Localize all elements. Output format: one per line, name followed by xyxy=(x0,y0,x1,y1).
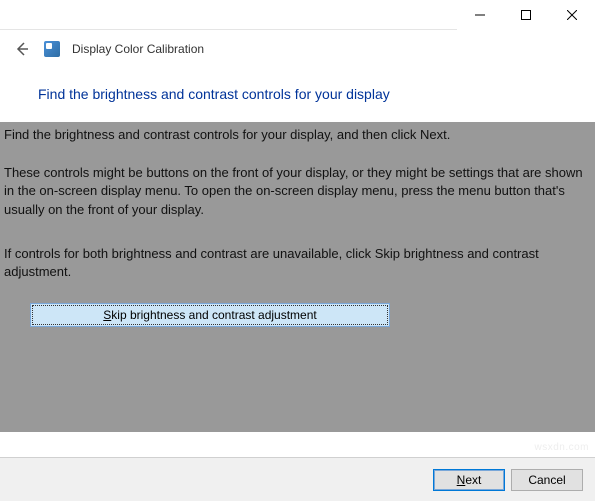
close-icon xyxy=(567,10,577,20)
skip-label-rest: kip brightness and contrast adjustment xyxy=(111,308,316,322)
instruction-para-2: These controls might be buttons on the f… xyxy=(0,164,591,245)
watermark: wsxdn.com xyxy=(534,442,589,453)
page-heading: Find the brightness and contrast control… xyxy=(38,86,557,102)
skip-brightness-contrast-button[interactable]: Skip brightness and contrast adjustment xyxy=(30,303,390,327)
next-label-rest: ext xyxy=(465,473,481,487)
cancel-button[interactable]: Cancel xyxy=(511,469,583,491)
minimize-button[interactable] xyxy=(457,0,503,30)
close-button[interactable] xyxy=(549,0,595,30)
maximize-icon xyxy=(521,10,531,20)
next-button[interactable]: Next xyxy=(433,469,505,491)
minimize-icon xyxy=(475,10,485,20)
window-titlebar xyxy=(0,0,595,30)
app-icon xyxy=(44,41,60,57)
content-area: Find the brightness and contrast control… xyxy=(0,122,595,432)
maximize-button[interactable] xyxy=(503,0,549,30)
back-button[interactable] xyxy=(12,39,32,59)
instruction-para-3: If controls for both brightness and cont… xyxy=(0,245,591,303)
instruction-para-1: Find the brightness and contrast control… xyxy=(0,122,591,164)
back-arrow-icon xyxy=(14,41,30,57)
heading-area: Find the brightness and contrast control… xyxy=(0,68,595,122)
app-title: Display Color Calibration xyxy=(72,42,204,56)
wizard-footer: Next Cancel xyxy=(0,457,595,501)
wizard-header: Display Color Calibration xyxy=(0,30,595,68)
